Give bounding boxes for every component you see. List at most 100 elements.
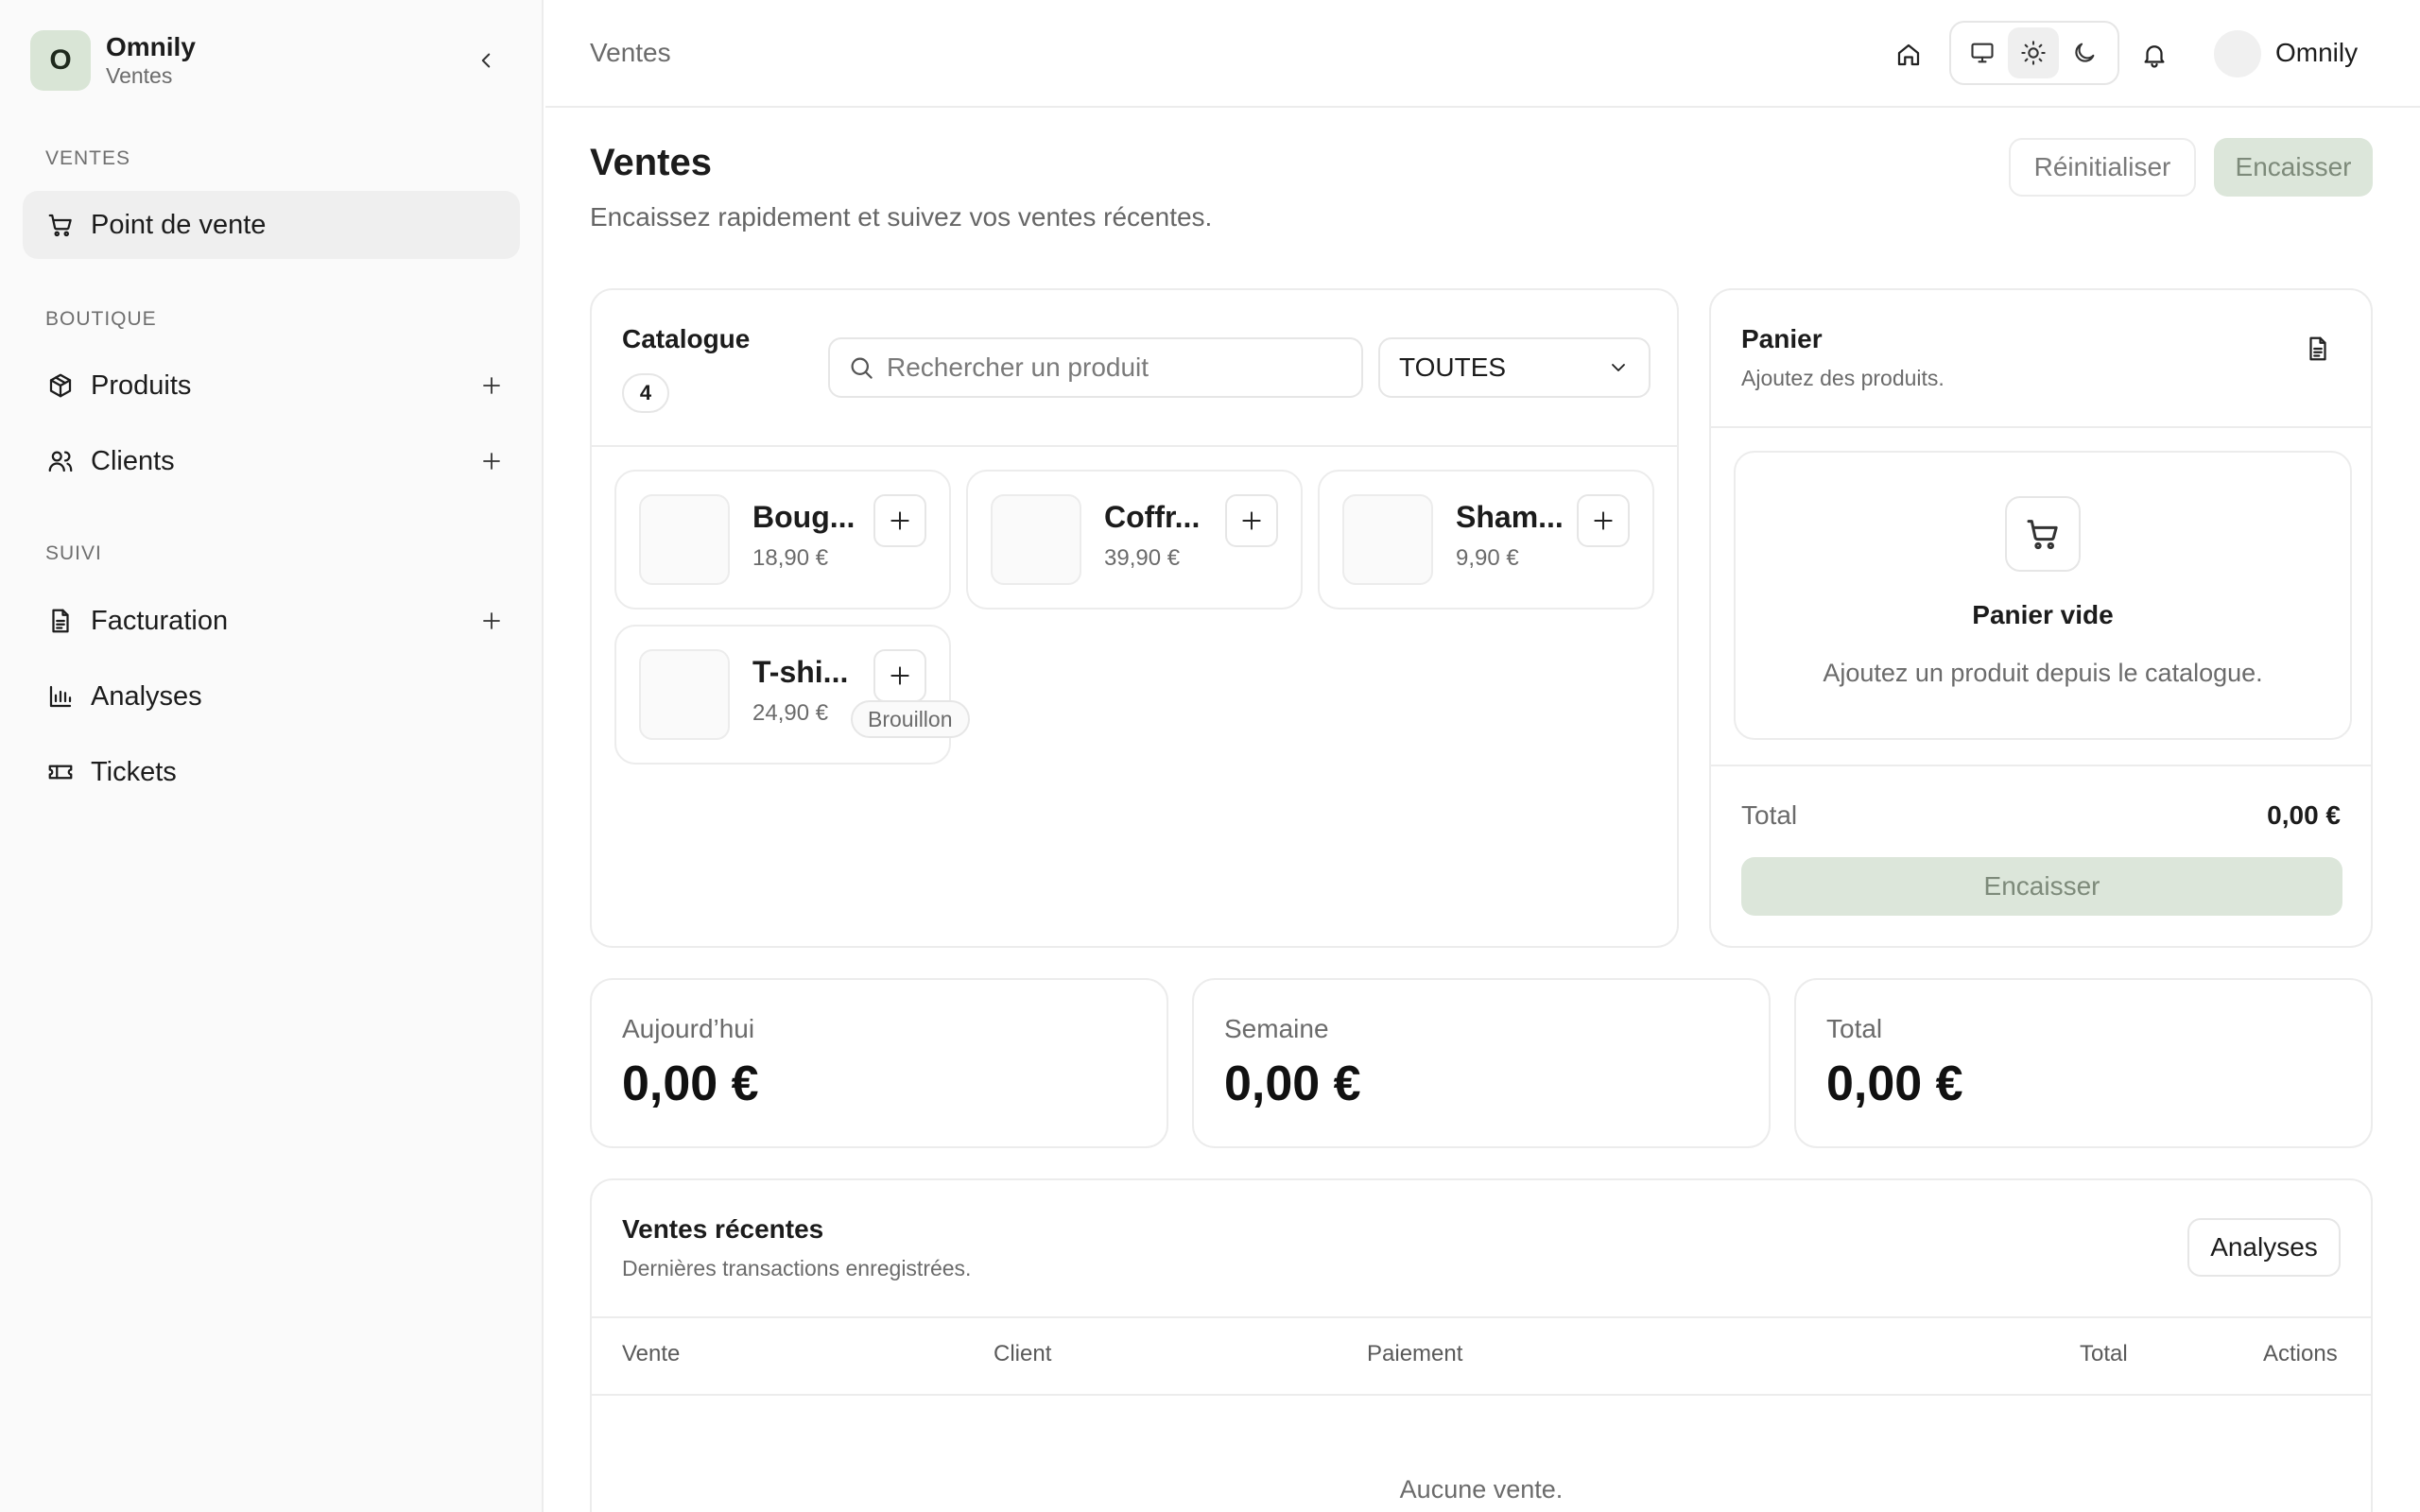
recent-sales-subtitle: Dernières transactions enregistrées. (622, 1256, 972, 1280)
document-icon (2309, 336, 2326, 361)
stat-card-today: Aujourd’hui 0,00 € (590, 978, 1168, 1148)
product-thumbnail (639, 494, 730, 585)
user-name[interactable]: Omnily (2275, 38, 2358, 68)
add-to-cart-button[interactable] (1577, 494, 1630, 547)
theme-switcher (1949, 21, 2119, 85)
cart-card: Panier Ajoutez des produits. Panier vide… (1709, 288, 2373, 948)
catalogue-count-badge: 4 (622, 373, 669, 413)
reset-button[interactable]: Réinitialiser (2009, 138, 2196, 197)
empty-sales-text: Aucune vente. (1399, 1475, 1564, 1503)
plus-icon (1242, 511, 1261, 530)
stat-card-week: Semaine 0,00 € (1192, 978, 1771, 1148)
cart-checkout-button[interactable]: Encaisser (1741, 857, 2342, 916)
cart-icon (45, 210, 76, 240)
product-price: 39,90 € (1104, 545, 1181, 571)
add-facture-button[interactable] (473, 602, 510, 640)
bell-icon (2144, 45, 2165, 68)
sidebar-item-label: Analyses (91, 680, 202, 712)
sidebar-item-label: Tickets (91, 756, 177, 787)
product-card[interactable]: Sham... 9,90 € (1318, 470, 1654, 610)
avatar[interactable] (2214, 30, 2261, 77)
nav-section-ventes: VENTES (45, 147, 131, 169)
add-client-button[interactable] (473, 442, 510, 480)
checkout-button[interactable]: Encaisser (2214, 138, 2373, 197)
analyses-button[interactable]: Analyses (2187, 1218, 2341, 1277)
theme-light-button[interactable] (2008, 27, 2059, 78)
product-search[interactable] (828, 337, 1363, 398)
divider (592, 445, 1677, 447)
stat-value: 0,00 € (1224, 1057, 1361, 1111)
top-header: Ventes Omnily (545, 0, 2420, 108)
product-thumbnail (991, 494, 1081, 585)
product-card[interactable]: Boug... 18,90 € (614, 470, 951, 610)
sidebar-item-analyses[interactable]: Analyses (23, 662, 520, 730)
product-thumbnail (639, 649, 730, 740)
category-select-value: TOUTES (1399, 352, 1507, 382)
nav-section-suivi: SUIVI (45, 542, 102, 564)
sidebar-item-produits[interactable]: Produits (23, 352, 520, 420)
sidebar-item-point-de-vente[interactable]: Point de vente (23, 191, 520, 259)
plus-icon (890, 511, 909, 530)
sidebar-item-label: Clients (91, 445, 175, 476)
stat-label: Semaine (1224, 1014, 1329, 1043)
recent-sales-card: Ventes récentes Dernières transactions e… (590, 1178, 2373, 1512)
home-button[interactable] (1888, 34, 1929, 76)
stat-card-total: Total 0,00 € (1794, 978, 2373, 1148)
search-input[interactable] (887, 352, 1340, 383)
stat-label: Aujourd’hui (622, 1014, 755, 1043)
column-header-vente[interactable]: Vente (622, 1341, 680, 1367)
recent-sales-title: Ventes récentes (622, 1214, 824, 1244)
sidebar-item-clients[interactable]: Clients (23, 427, 520, 495)
product-card[interactable]: T-shi... 24,90 € Brouillon (614, 625, 970, 765)
cart-title: Panier (1741, 324, 1823, 353)
add-to-cart-button[interactable] (873, 494, 926, 547)
divider (592, 1394, 2371, 1396)
receipt-button[interactable] (2299, 330, 2337, 368)
sidebar-item-label: Point de vente (91, 209, 267, 240)
product-price: 18,90 € (752, 545, 829, 571)
sidebar: O Omnily Ventes VENTES Point de vente BO… (0, 0, 544, 1512)
add-to-cart-button[interactable] (1225, 494, 1278, 547)
column-header-total[interactable]: Total (2080, 1341, 2128, 1367)
product-card[interactable]: Coffr... 39,90 € (966, 470, 1303, 610)
brand-logo: O (30, 30, 91, 91)
sidebar-item-label: Facturation (91, 605, 229, 636)
add-produit-button[interactable] (473, 367, 510, 404)
product-name: Boug... (752, 500, 856, 534)
cart-subtitle: Ajoutez des produits. (1741, 366, 1945, 390)
plus-icon (890, 666, 909, 685)
product-thumbnail (1342, 494, 1433, 585)
column-header-client[interactable]: Client (994, 1341, 1051, 1367)
catalogue-title: Catalogue (622, 324, 751, 353)
product-name: T-shi... (752, 655, 849, 689)
page-title: Ventes (590, 142, 712, 183)
cart-total-label: Total (1741, 800, 1798, 830)
brand-text: Omnily Ventes (106, 32, 196, 89)
stat-value: 0,00 € (1826, 1057, 1963, 1111)
theme-system-button[interactable] (1957, 27, 2008, 78)
page-subtitle: Encaissez rapidement et suivez vos vente… (590, 202, 1213, 232)
sidebar-item-facturation[interactable]: Facturation (23, 587, 520, 655)
brand-module: Ventes (106, 63, 173, 88)
cart-total-value: 0,00 € (2267, 800, 2341, 830)
breadcrumb: Ventes (590, 38, 671, 67)
theme-dark-button[interactable] (2059, 27, 2110, 78)
notifications-button[interactable] (2134, 34, 2175, 76)
home-icon (1897, 43, 1920, 66)
divider (592, 1316, 2371, 1318)
plus-icon (1594, 511, 1613, 530)
brand[interactable]: O Omnily Ventes (30, 30, 196, 91)
add-to-cart-button[interactable] (873, 649, 926, 702)
sidebar-item-tickets[interactable]: Tickets (23, 738, 520, 806)
empty-cart-state: Panier vide Ajoutez un produit depuis le… (1734, 451, 2352, 740)
column-header-paiement[interactable]: Paiement (1367, 1341, 1462, 1367)
collapse-sidebar-button[interactable] (467, 42, 505, 79)
divider (1711, 426, 2371, 428)
category-select[interactable]: TOUTES (1378, 337, 1651, 398)
product-price: 9,90 € (1456, 545, 1519, 571)
bar-chart-icon (45, 681, 76, 712)
sun-icon (2021, 41, 2046, 65)
search-icon (851, 357, 873, 379)
column-header-actions: Actions (2263, 1341, 2338, 1366)
draft-badge: Brouillon (851, 700, 970, 738)
